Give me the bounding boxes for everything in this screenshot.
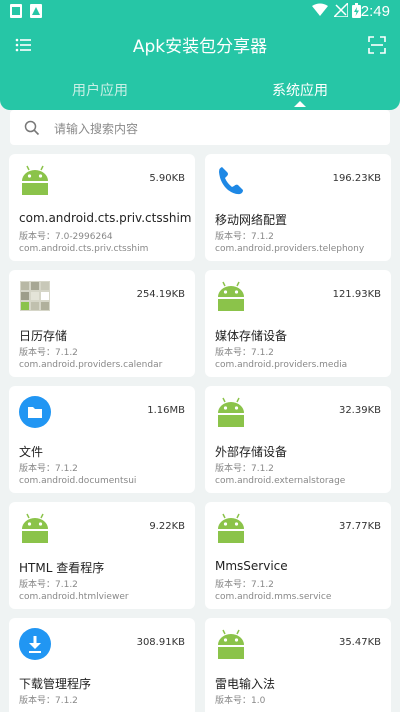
app-size: 32.39KB xyxy=(338,405,381,416)
wifi-icon xyxy=(312,3,328,16)
app-package: com.android.providers.media xyxy=(215,360,348,370)
app-version: 版本号：1.0 xyxy=(215,696,266,706)
app-name: 文件 xyxy=(19,445,44,459)
android-icon xyxy=(218,281,244,311)
app-version: 版本号：7.1.2 xyxy=(215,348,274,358)
android-icon xyxy=(218,629,244,659)
search-bar xyxy=(10,110,390,147)
app-size: 121.93KB xyxy=(332,289,381,300)
tab-user-apps[interactable]: 用户应用 xyxy=(0,80,200,100)
phone-icon xyxy=(219,167,243,195)
app-name: HTML 查看程序 xyxy=(19,561,105,575)
app-card[interactable]: 196.23KB 移动网络配置 版本号：7.1.2 com.android.pr… xyxy=(205,154,391,261)
app-version: 版本号：7.1.2 xyxy=(215,464,274,474)
app-card[interactable]: 308.91KB 下载管理程序 版本号：7.1.2 xyxy=(9,618,195,712)
download-icon xyxy=(19,628,51,660)
folder-icon xyxy=(19,396,51,428)
app-size: 35.47KB xyxy=(338,637,381,648)
app-package: com.android.documentsui xyxy=(19,476,137,486)
app-name: 雷电输入法 xyxy=(215,677,276,691)
android-icon xyxy=(22,513,48,543)
notification-icon xyxy=(30,4,42,18)
app-size: 37.77KB xyxy=(338,521,381,532)
app-size: 5.90KB xyxy=(149,173,185,184)
android-icon xyxy=(218,513,244,543)
android-icon xyxy=(22,165,48,195)
app-package: com.android.mms.service xyxy=(215,592,332,602)
android-icon xyxy=(218,397,244,427)
app-card[interactable]: 37.77KB MmsService 版本号：7.1.2 com.android… xyxy=(205,502,391,609)
app-name: 外部存储设备 xyxy=(215,445,288,459)
app-name: 移动网络配置 xyxy=(215,213,288,227)
search-input[interactable] xyxy=(52,110,376,147)
app-version: 版本号：7.0-2996264 xyxy=(19,232,113,242)
app-card[interactable]: 5.90KB com.android.cts.priv.ctsshim 版本号：… xyxy=(9,154,195,261)
app-name: 日历存储 xyxy=(19,329,68,343)
app-card[interactable]: 121.93KB 媒体存储设备 版本号：7.1.2 com.android.pr… xyxy=(205,270,391,377)
app-version: 版本号：7.1.2 xyxy=(19,696,78,706)
app-version: 版本号：7.1.2 xyxy=(19,580,78,590)
app-size: 1.16MB xyxy=(147,405,185,416)
app-version: 版本号：7.1.2 xyxy=(215,580,274,590)
app-name: 下载管理程序 xyxy=(19,677,92,691)
search-icon xyxy=(24,120,40,136)
tab-indicator xyxy=(294,101,306,107)
status-time: 2:49 xyxy=(360,3,390,20)
app-card[interactable]: 9.22KB HTML 查看程序 版本号：7.1.2 com.android.h… xyxy=(9,502,195,609)
app-package: com.android.providers.telephony xyxy=(215,244,365,254)
app-card[interactable]: 1.16MB 文件 版本号：7.1.2 com.android.document… xyxy=(9,386,195,493)
app-size: 196.23KB xyxy=(332,173,381,184)
app-name: com.android.cts.priv.ctsshim xyxy=(19,211,192,225)
app-version: 版本号：7.1.2 xyxy=(19,348,78,358)
app-package: com.android.htmlviewer xyxy=(19,592,129,602)
tab-system-apps[interactable]: 系统应用 xyxy=(200,80,400,100)
app-card[interactable]: 254.19KB 日历存储 版本号：7.1.2 com.android.prov… xyxy=(9,270,195,377)
app-card[interactable]: 32.39KB 外部存储设备 版本号：7.1.2 com.android.ext… xyxy=(205,386,391,493)
app-package: com.android.externalstorage xyxy=(215,476,346,486)
notification-icon xyxy=(10,4,22,18)
app-package: com.android.cts.priv.ctsshim xyxy=(19,244,149,254)
app-name: 媒体存储设备 xyxy=(215,329,288,343)
battery-icon xyxy=(352,3,361,18)
app-size: 9.22KB xyxy=(149,521,185,532)
app-package: com.android.providers.calendar xyxy=(19,360,163,370)
header: 2:49 Apk安装包分享器 用户应用 系统应用 xyxy=(0,0,400,110)
app-title: Apk安装包分享器 xyxy=(132,37,268,57)
app-card[interactable]: 35.47KB 雷电输入法 版本号：1.0 xyxy=(205,618,391,712)
app-version: 版本号：7.1.2 xyxy=(215,232,274,242)
app-version: 版本号：7.1.2 xyxy=(19,464,78,474)
calendar-icon xyxy=(20,281,50,311)
app-size: 308.91KB xyxy=(136,637,185,648)
status-bar: 2:49 xyxy=(0,0,400,24)
scan-icon[interactable] xyxy=(367,35,387,55)
app-name: MmsService xyxy=(215,559,288,573)
signal-icon xyxy=(334,3,348,17)
app-size: 254.19KB xyxy=(136,289,185,300)
